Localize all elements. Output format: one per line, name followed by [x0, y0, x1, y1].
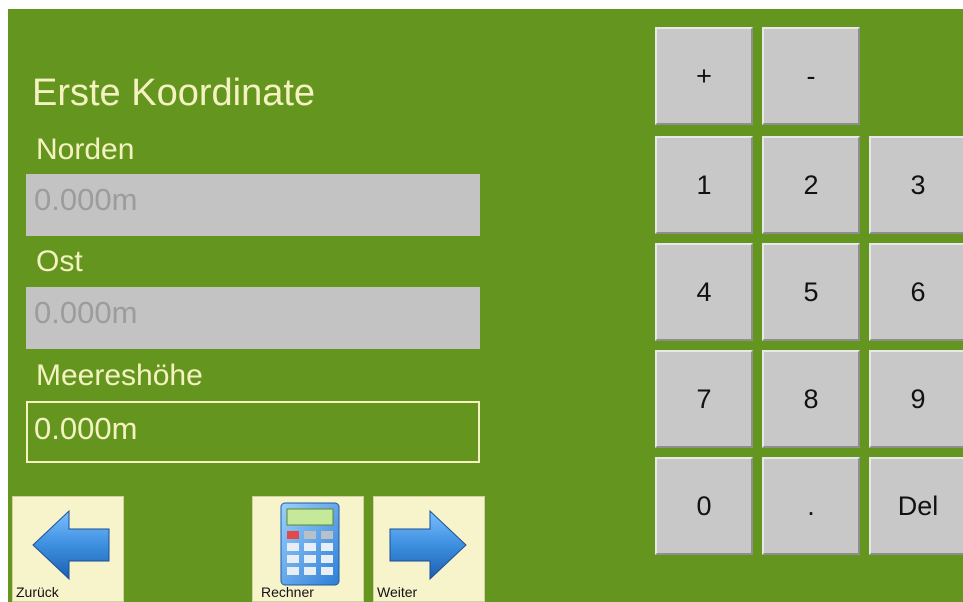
- coordinate-entry-screen: Erste Koordinate Norden 0.000m Ost 0.000…: [8, 9, 963, 602]
- key-3[interactable]: 3: [869, 136, 963, 234]
- arrow-left-icon: [32, 509, 110, 581]
- key-7[interactable]: 7: [655, 350, 753, 448]
- arrow-right-icon: [389, 509, 467, 581]
- screen-title: Erste Koordinate: [32, 72, 316, 114]
- key-9[interactable]: 9: [869, 350, 963, 448]
- key-4[interactable]: 4: [655, 243, 753, 341]
- height-value: 0.000m: [34, 411, 138, 446]
- key-minus[interactable]: -: [762, 27, 860, 125]
- key-8[interactable]: 8: [762, 350, 860, 448]
- key-delete[interactable]: Del: [869, 457, 963, 555]
- key-dot[interactable]: .: [762, 457, 860, 555]
- east-field: 0.000m: [26, 287, 480, 349]
- east-label: Ost: [36, 245, 83, 278]
- calculator-icon: [280, 502, 340, 586]
- north-field: 0.000m: [26, 174, 480, 236]
- calculator-label: Rechner: [261, 584, 314, 600]
- key-plus[interactable]: +: [655, 27, 753, 125]
- back-button[interactable]: Zurück: [12, 496, 124, 602]
- key-5[interactable]: 5: [762, 243, 860, 341]
- north-label: Norden: [36, 133, 135, 166]
- height-label: Meereshöhe: [36, 359, 203, 392]
- north-value: 0.000m: [34, 182, 138, 217]
- key-6[interactable]: 6: [869, 243, 963, 341]
- back-label: Zurück: [16, 584, 59, 600]
- key-0[interactable]: 0: [655, 457, 753, 555]
- next-label: Weiter: [377, 584, 418, 600]
- key-1[interactable]: 1: [655, 136, 753, 234]
- next-button[interactable]: Weiter: [373, 496, 485, 602]
- height-field[interactable]: 0.000m: [26, 401, 480, 463]
- calculator-button[interactable]: Rechner: [252, 496, 364, 602]
- key-2[interactable]: 2: [762, 136, 860, 234]
- east-value: 0.000m: [34, 295, 138, 330]
